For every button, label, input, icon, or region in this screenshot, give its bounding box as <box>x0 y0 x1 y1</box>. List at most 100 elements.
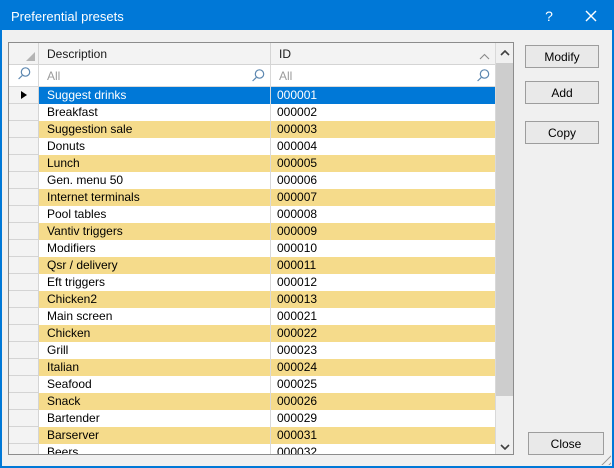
filter-cell-id <box>271 65 495 87</box>
id-cell: 000026 <box>271 393 495 410</box>
id-cell: 000005 <box>271 155 495 172</box>
close-window-button[interactable] <box>570 2 612 30</box>
description-cell: Chicken2 <box>39 291 271 308</box>
id-cell: 000009 <box>271 223 495 240</box>
table-row[interactable]: Grill 000023 <box>9 342 495 359</box>
sort-ascending-icon <box>479 49 490 63</box>
table-row[interactable]: Donuts 000004 <box>9 138 495 155</box>
scroll-down-button[interactable] <box>496 437 513 454</box>
search-icon <box>16 66 32 85</box>
table-row[interactable]: Internet terminals 000007 <box>9 189 495 206</box>
id-cell: 000012 <box>271 274 495 291</box>
table-row[interactable]: Italian 000024 <box>9 359 495 376</box>
table-row[interactable]: Beers 000032 <box>9 444 495 455</box>
modify-button[interactable]: Modify <box>525 45 599 68</box>
table-row[interactable]: Chicken 000022 <box>9 325 495 342</box>
id-cell: 000031 <box>271 427 495 444</box>
row-indicator-cell <box>9 189 39 206</box>
table-row[interactable]: Barserver 000031 <box>9 427 495 444</box>
id-cell: 000008 <box>271 206 495 223</box>
description-cell: Qsr / delivery <box>39 257 271 274</box>
description-cell: Barserver <box>39 427 271 444</box>
table-row[interactable]: Breakfast 000002 <box>9 104 495 121</box>
table-row[interactable]: Qsr / delivery 000011 <box>9 257 495 274</box>
description-cell: Bartender <box>39 410 271 427</box>
description-cell: Suggest drinks <box>39 87 271 104</box>
description-cell: Breakfast <box>39 104 271 121</box>
row-indicator-cell <box>9 410 39 427</box>
row-indicator-cell <box>9 155 39 172</box>
id-cell: 000007 <box>271 189 495 206</box>
scroll-up-button[interactable] <box>496 43 513 60</box>
add-button[interactable]: Add <box>525 81 599 104</box>
id-cell: 000010 <box>271 240 495 257</box>
table-row[interactable]: Suggest drinks 000001 <box>9 87 495 104</box>
row-indicator-cell <box>9 138 39 155</box>
help-button[interactable]: ? <box>528 2 570 30</box>
id-cell: 000004 <box>271 138 495 155</box>
search-icon[interactable] <box>475 68 491 87</box>
search-icon[interactable] <box>250 68 266 87</box>
table-row[interactable]: Eft triggers 000012 <box>9 274 495 291</box>
description-cell: Seafood <box>39 376 271 393</box>
id-cell: 000011 <box>271 257 495 274</box>
column-header-id-label: ID <box>279 47 291 61</box>
id-cell: 000023 <box>271 342 495 359</box>
filter-row <box>9 65 495 87</box>
column-header-description[interactable]: Description <box>39 43 271 65</box>
row-indicator-cell <box>9 359 39 376</box>
description-cell: Vantiv triggers <box>39 223 271 240</box>
id-cell: 000025 <box>271 376 495 393</box>
description-cell: Snack <box>39 393 271 410</box>
row-indicator-cell <box>9 274 39 291</box>
column-header-id[interactable]: ID <box>271 43 495 65</box>
table-row[interactable]: Gen. menu 50 000006 <box>9 172 495 189</box>
row-indicator-cell <box>9 172 39 189</box>
description-filter-input[interactable] <box>39 65 270 86</box>
title-bar: Preferential presets ? <box>2 2 612 30</box>
chevron-down-icon <box>500 439 510 453</box>
window-title: Preferential presets <box>2 9 528 24</box>
id-cell: 000024 <box>271 359 495 376</box>
vertical-scrollbar[interactable] <box>495 43 513 454</box>
table-row[interactable]: Main screen 000021 <box>9 308 495 325</box>
presets-table: Description ID <box>8 42 514 455</box>
corner-triangle-icon <box>26 52 35 61</box>
table-row[interactable]: Snack 000026 <box>9 393 495 410</box>
select-all-corner-cell[interactable] <box>9 43 39 65</box>
table-row[interactable]: Suggestion sale 000003 <box>9 121 495 138</box>
row-indicator-cell <box>9 427 39 444</box>
description-cell: Pool tables <box>39 206 271 223</box>
table-row[interactable]: Vantiv triggers 000009 <box>9 223 495 240</box>
chevron-up-icon <box>500 45 510 59</box>
description-cell: Main screen <box>39 308 271 325</box>
row-indicator-cell <box>9 376 39 393</box>
table-row[interactable]: Modifiers 000010 <box>9 240 495 257</box>
row-indicator-cell <box>9 444 39 455</box>
description-cell: Donuts <box>39 138 271 155</box>
table-row[interactable]: Lunch 000005 <box>9 155 495 172</box>
column-header-description-label: Description <box>47 47 107 61</box>
table-row[interactable]: Pool tables 000008 <box>9 206 495 223</box>
table-row[interactable]: Bartender 000029 <box>9 410 495 427</box>
filter-cell-description <box>39 65 271 87</box>
description-cell: Eft triggers <box>39 274 271 291</box>
table-row[interactable]: Seafood 000025 <box>9 376 495 393</box>
id-cell: 000021 <box>271 308 495 325</box>
id-cell: 000001 <box>271 87 495 104</box>
preferential-presets-dialog: Preferential presets ? Description <box>0 0 614 468</box>
id-cell: 000006 <box>271 172 495 189</box>
id-filter-input[interactable] <box>271 65 495 86</box>
row-indicator-cell <box>9 240 39 257</box>
description-cell: Beers <box>39 444 271 455</box>
close-button[interactable]: Close <box>528 432 604 455</box>
copy-button[interactable]: Copy <box>525 121 599 144</box>
row-indicator-cell <box>9 393 39 410</box>
help-icon: ? <box>545 8 553 24</box>
table-row[interactable]: Chicken2 000013 <box>9 291 495 308</box>
table-body: Suggest drinks 000001 Breakfast 000002 S… <box>9 87 495 455</box>
description-cell: Chicken <box>39 325 271 342</box>
row-indicator-cell <box>9 104 39 121</box>
scrollbar-thumb[interactable] <box>496 63 513 396</box>
filter-row-indicator-cell <box>9 65 39 87</box>
